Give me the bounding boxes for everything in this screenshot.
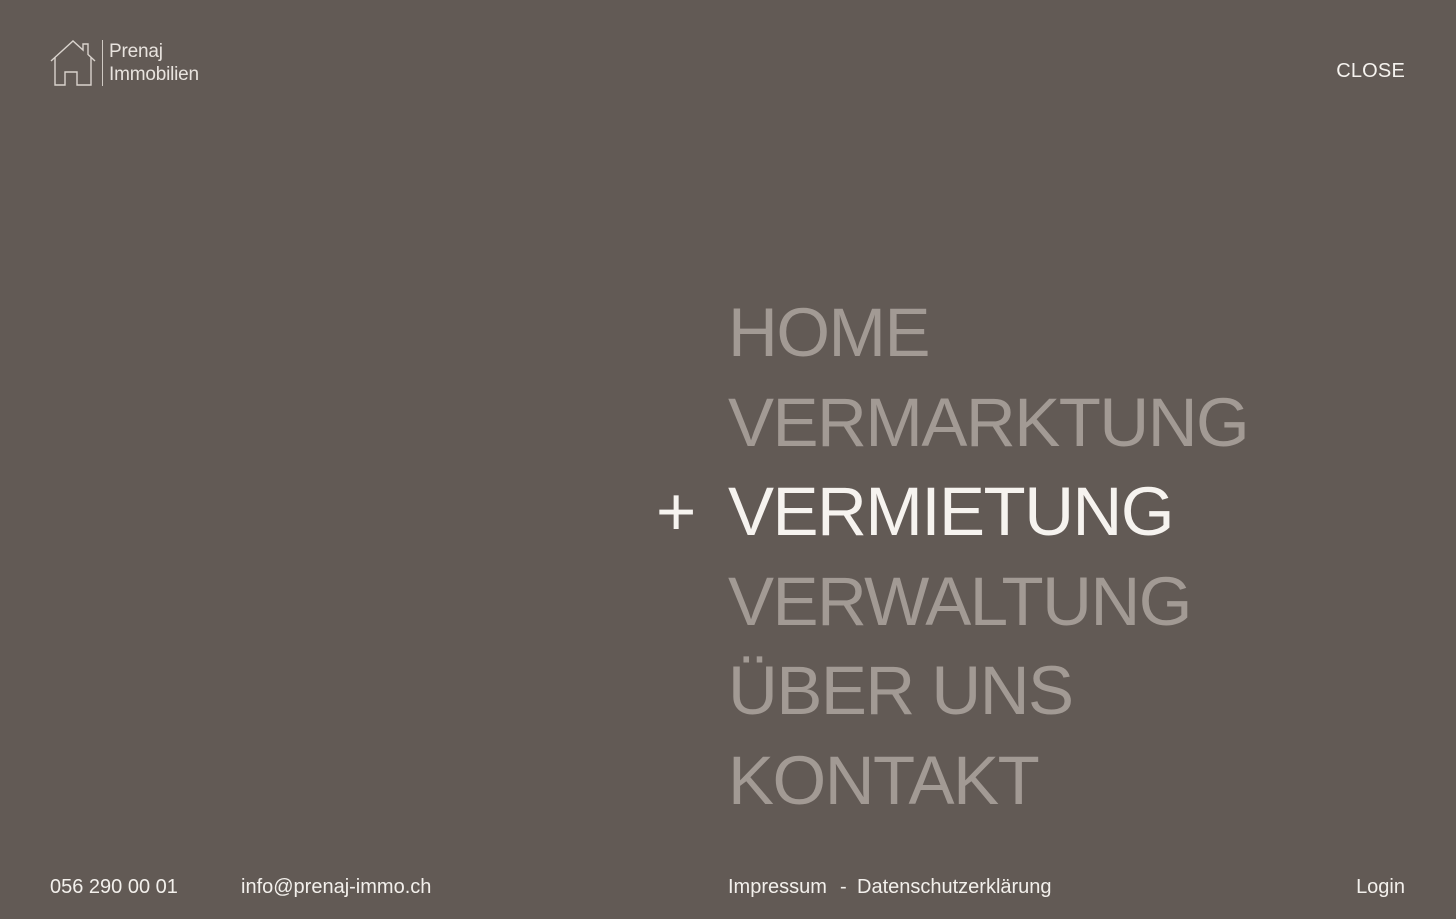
menu-item-vermietung[interactable]: + VERMIETUNG (656, 467, 1248, 557)
email-link[interactable]: info@prenaj-immo.ch (241, 876, 431, 899)
logo-line-2: Immobilien (109, 64, 199, 85)
menu-item-ueber-uns[interactable]: ÜBER UNS (728, 646, 1248, 736)
logo-wordmark: Prenaj Immobilien (109, 40, 199, 86)
phone-link[interactable]: 056 290 00 01 (50, 876, 178, 899)
logo-divider (102, 40, 103, 86)
logo-line-1: Prenaj (109, 41, 163, 62)
impressum-link[interactable]: Impressum (728, 876, 827, 899)
main-menu: HOME VERMARKTUNG + VERMIETUNG VERWALTUNG … (656, 288, 1250, 826)
menu-item-home[interactable]: HOME (728, 288, 1248, 378)
logo-link[interactable]: Prenaj Immobilien (50, 38, 199, 88)
menu-item-label: KONTAKT (728, 741, 1040, 819)
menu-item-label: VERMARKTUNG (728, 383, 1250, 461)
menu-item-label: HOME (728, 294, 931, 371)
close-button[interactable]: CLOSE (1336, 60, 1405, 83)
login-link[interactable]: Login (1356, 876, 1405, 899)
privacy-link[interactable]: Datenschutzerklärung (857, 876, 1052, 899)
menu-item-label: VERWALTUNG (728, 562, 1192, 640)
active-marker-plus-icon: + (656, 473, 696, 550)
house-icon (50, 39, 96, 87)
menu-item-kontakt[interactable]: KONTAKT (728, 736, 1248, 826)
menu-item-verwaltung[interactable]: VERWALTUNG (728, 557, 1248, 647)
menu-item-label: ÜBER UNS (728, 652, 1074, 729)
menu-item-vermarktung[interactable]: VERMARKTUNG (728, 378, 1250, 468)
menu-item-label: VERMIETUNG (728, 473, 1175, 550)
footer-separator: - (840, 876, 847, 898)
